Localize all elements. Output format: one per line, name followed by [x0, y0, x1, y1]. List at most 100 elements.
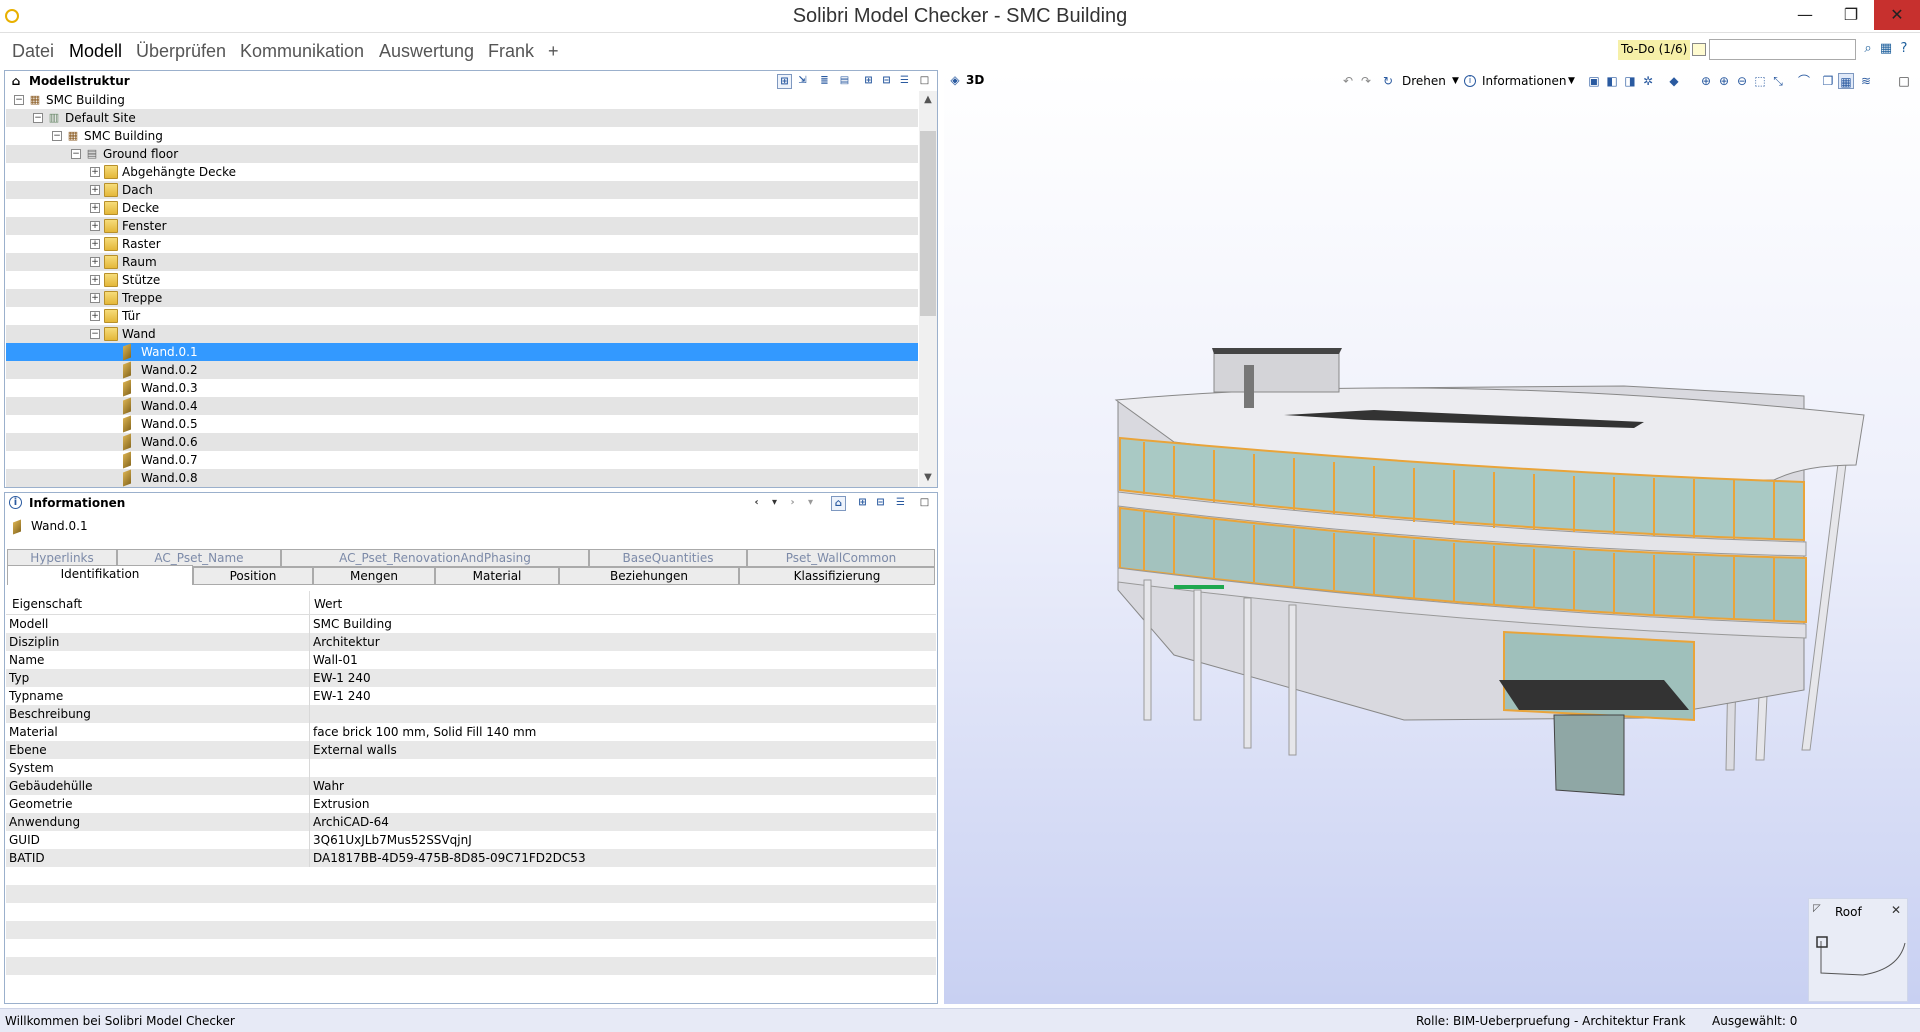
tree-filter-icon[interactable]: ⊞: [777, 74, 792, 89]
tree-item[interactable]: + Stütze: [6, 271, 918, 289]
maximize-panel-icon-2[interactable]: □: [917, 496, 932, 511]
tab-ac-pset-renovation[interactable]: AC_Pset_RenovationAndPhasing: [281, 549, 589, 567]
menu-auswertung[interactable]: Auswertung: [379, 41, 474, 62]
tree-item[interactable]: Wand.0.6: [6, 433, 918, 451]
expand-all-icon[interactable]: ⊞: [861, 74, 876, 89]
property-row[interactable]: Typname EW-1 240: [6, 687, 936, 705]
list-icon[interactable]: ☰: [897, 74, 912, 89]
maximize-button[interactable]: ❐: [1828, 0, 1874, 30]
tree-item[interactable]: − ▦ SMC Building: [6, 127, 918, 145]
tree-item[interactable]: + Fenster: [6, 217, 918, 235]
tree-scrollbar[interactable]: ▲ ▼: [919, 91, 937, 487]
collapse-icon[interactable]: −: [52, 131, 62, 141]
property-row[interactable]: [6, 957, 936, 975]
menu-kommunikation[interactable]: Kommunikation: [240, 41, 364, 62]
roof-minimap[interactable]: ◸ Roof ✕: [1808, 898, 1908, 1002]
tree-item[interactable]: Wand.0.2: [6, 361, 918, 379]
tab-basequantities[interactable]: BaseQuantities: [589, 549, 747, 567]
expand-all-icon-2[interactable]: ⊞: [855, 496, 870, 511]
binoculars-icon[interactable]: ⌕: [1860, 41, 1876, 57]
tab-material[interactable]: Material: [435, 567, 559, 585]
tree-item[interactable]: + Treppe: [6, 289, 918, 307]
collapse-icon[interactable]: −: [90, 329, 100, 339]
property-row[interactable]: Name Wall-01: [6, 651, 936, 669]
menu-frank[interactable]: Frank: [488, 41, 534, 62]
property-row[interactable]: GUID 3Q61UxJLb7Mus52SSVqjnJ: [6, 831, 936, 849]
tree-item[interactable]: − Wand: [6, 325, 918, 343]
tree-item[interactable]: + Decke: [6, 199, 918, 217]
scroll-thumb[interactable]: [920, 131, 936, 316]
property-row[interactable]: [6, 921, 936, 939]
property-row[interactable]: [6, 903, 936, 921]
menu-datei[interactable]: Datei: [12, 41, 54, 62]
tree-item[interactable]: Wand.0.3: [6, 379, 918, 397]
pin-icon[interactable]: ⌂: [831, 496, 846, 511]
property-row[interactable]: [6, 885, 936, 903]
collapse-icon[interactable]: −: [71, 149, 81, 159]
back-arrow-icon[interactable]: ‹: [749, 496, 764, 511]
property-row[interactable]: [6, 867, 936, 885]
collapse-all-icon-2[interactable]: ⊟: [873, 496, 888, 511]
tab-identifikation[interactable]: Identifikation: [7, 565, 193, 585]
tree-item[interactable]: − ▥ Default Site: [6, 109, 918, 127]
property-row[interactable]: BATID DA1817BB-4D59-475B-8D85-09C71FD2DC5…: [6, 849, 936, 867]
maximize-panel-icon[interactable]: □: [917, 74, 932, 89]
property-row[interactable]: Ebene External walls: [6, 741, 936, 759]
tree-item[interactable]: Wand.0.7: [6, 451, 918, 469]
collapse-all-icon[interactable]: ⊟: [879, 74, 894, 89]
scroll-up-icon[interactable]: ▲: [919, 91, 937, 109]
expand-icon[interactable]: +: [90, 293, 100, 303]
property-row[interactable]: Disziplin Architektur: [6, 633, 936, 651]
tab-klassifizierung[interactable]: Klassifizierung: [739, 567, 935, 585]
value-column-header[interactable]: Wert: [314, 597, 342, 611]
scroll-down-icon[interactable]: ▼: [919, 469, 937, 487]
tab-mengen[interactable]: Mengen: [313, 567, 435, 585]
property-row[interactable]: Gebäudehülle Wahr: [6, 777, 936, 795]
tree-item[interactable]: + Raum: [6, 253, 918, 271]
tree-item[interactable]: + Raster: [6, 235, 918, 253]
dropdown-arrow-icon-2[interactable]: ▾: [803, 496, 818, 511]
tree-item[interactable]: − ▤ Ground floor: [6, 145, 918, 163]
expand-icon[interactable]: +: [90, 311, 100, 321]
todo-label[interactable]: To-Do (1/6): [1618, 40, 1691, 60]
todo-list-icon[interactable]: [1692, 43, 1706, 56]
tree-table-icon[interactable]: ▤: [837, 74, 852, 89]
collapse-icon[interactable]: −: [33, 113, 43, 123]
property-row[interactable]: Typ EW-1 240: [6, 669, 936, 687]
tree-item[interactable]: Wand.0.1: [6, 343, 918, 361]
expand-icon[interactable]: +: [90, 167, 100, 177]
menu-modell[interactable]: Modell: [69, 41, 122, 62]
tree-item[interactable]: Wand.0.5: [6, 415, 918, 433]
tree-levels-icon[interactable]: ≣: [817, 74, 832, 89]
tree-item[interactable]: + Abgehängte Decke: [6, 163, 918, 181]
minimize-button[interactable]: —: [1782, 0, 1828, 30]
expand-icon[interactable]: +: [90, 257, 100, 267]
property-row[interactable]: System: [6, 759, 936, 777]
expand-icon[interactable]: +: [90, 275, 100, 285]
expand-icon[interactable]: +: [90, 239, 100, 249]
expand-icon[interactable]: +: [90, 185, 100, 195]
tab-position[interactable]: Position: [193, 567, 313, 585]
menu-ueberpruefen[interactable]: Überprüfen: [136, 41, 226, 62]
tree-item[interactable]: + Dach: [6, 181, 918, 199]
property-row[interactable]: Geometrie Extrusion: [6, 795, 936, 813]
tab-pset-wallcommon[interactable]: Pset_WallCommon: [747, 549, 935, 567]
tree-options-icon[interactable]: ⇲: [795, 74, 810, 89]
expand-icon[interactable]: +: [90, 221, 100, 231]
tree-item[interactable]: − ▦ SMC Building: [6, 91, 918, 109]
forward-arrow-icon[interactable]: ›: [785, 496, 800, 511]
dropdown-arrow-icon[interactable]: ▾: [767, 496, 782, 511]
3d-view[interactable]: ◈ 3D ↶ ↷ ↻ Drehen ▼ i Informationen ▼ ▣ …: [944, 70, 1920, 1004]
property-row[interactable]: [6, 939, 936, 957]
list-icon-2[interactable]: ☰: [893, 496, 908, 511]
add-tab-button[interactable]: +: [548, 41, 559, 62]
property-column-header[interactable]: Eigenschaft: [12, 597, 82, 611]
collapse-icon[interactable]: −: [14, 95, 24, 105]
layout-icon[interactable]: ▦: [1878, 41, 1894, 57]
tree-item[interactable]: + Tür: [6, 307, 918, 325]
property-row[interactable]: Modell SMC Building: [6, 615, 936, 633]
close-button[interactable]: ✕: [1874, 0, 1920, 30]
property-row[interactable]: Beschreibung: [6, 705, 936, 723]
building-model[interactable]: [944, 70, 1920, 1004]
tab-beziehungen[interactable]: Beziehungen: [559, 567, 739, 585]
